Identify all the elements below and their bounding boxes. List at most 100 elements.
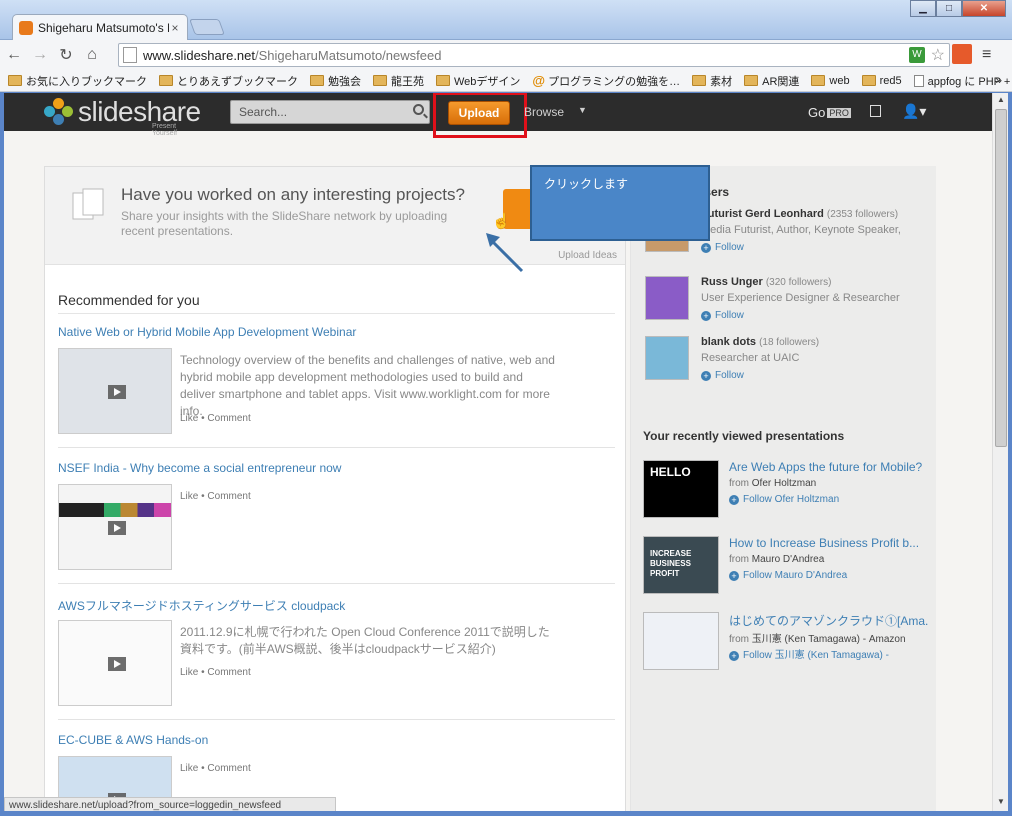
bookmarks-overflow-icon[interactable]: »: [995, 73, 1002, 87]
bookmark-item[interactable]: web: [811, 75, 850, 87]
presentation-title[interactable]: はじめてのアマゾンクラウド①[Ama...: [729, 612, 929, 629]
presentation-author: from 玉川憲 (Ken Tamagawa) - Amazon: [729, 630, 906, 645]
comment-link[interactable]: Comment: [207, 763, 250, 774]
avatar[interactable]: [645, 276, 689, 320]
bookmark-label: red5: [879, 74, 902, 87]
maximize-button[interactable]: □: [936, 0, 962, 17]
play-icon[interactable]: [108, 657, 126, 671]
like-link[interactable]: Like: [180, 667, 198, 678]
author-name[interactable]: Mauro D'Andrea: [752, 554, 825, 565]
comment-link[interactable]: Comment: [207, 667, 250, 678]
bookmark-item[interactable]: AR関連: [744, 73, 799, 89]
tab-close-icon[interactable]: ×: [169, 21, 181, 35]
follow-author-link[interactable]: + Follow 玉川憲 (Ken Tamagawa) -: [729, 646, 889, 661]
like-link[interactable]: Like: [180, 491, 198, 502]
user-name[interactable]: Russ Unger: [701, 276, 763, 288]
feed-item-actions: Like • Comment: [180, 491, 251, 502]
browse-menu[interactable]: Browse: [524, 105, 564, 119]
play-icon[interactable]: [108, 385, 126, 399]
comment-link[interactable]: Comment: [207, 413, 250, 424]
like-link[interactable]: Like: [180, 763, 198, 774]
user-menu-icon[interactable]: 👤▾: [902, 103, 926, 120]
scroll-down-icon[interactable]: ▼: [995, 797, 1007, 809]
newsfeed-menu-icon[interactable]: [870, 105, 881, 117]
follow-button[interactable]: + Follow: [701, 310, 744, 321]
from-label: from: [729, 634, 749, 645]
bookmark-label: 龍王苑: [391, 75, 424, 88]
follow-button[interactable]: + Follow: [701, 242, 744, 253]
comment-link[interactable]: Comment: [207, 491, 250, 502]
bookmark-item[interactable]: 勉強会: [310, 73, 361, 89]
scrollbar-thumb[interactable]: [995, 109, 1007, 447]
scroll-up-icon[interactable]: ▲: [995, 95, 1007, 107]
presentation-thumbnail[interactable]: [643, 612, 719, 670]
page-icon: [913, 74, 924, 87]
presentation-thumbnail[interactable]: HELLO: [643, 460, 719, 518]
main-feed: Have you worked on any interesting proje…: [44, 166, 626, 811]
bookmark-item[interactable]: Webデザイン: [436, 73, 520, 89]
upload-ideas-link[interactable]: Upload Ideas: [558, 250, 617, 261]
presentation-thumbnail[interactable]: [58, 484, 172, 570]
user-name[interactable]: blank dots: [701, 336, 756, 348]
presentation-author: from Ofer Holtzman: [729, 478, 816, 489]
author-name[interactable]: Ofer Holtzman: [752, 478, 816, 489]
home-icon[interactable]: ⌂: [80, 43, 104, 67]
feed-item-title[interactable]: EC-CUBE & AWS Hands-on: [58, 733, 615, 747]
address-bar[interactable]: www.slideshare.net/ShigeharuMatsumoto/ne…: [118, 43, 950, 67]
follow-author-link[interactable]: + Follow Ofer Holtzman: [729, 494, 839, 505]
plus-icon: +: [701, 371, 711, 381]
feed-item: NSEF India - Why become a social entrepr…: [58, 461, 615, 584]
bookmark-star-icon[interactable]: ☆: [931, 45, 945, 65]
chevron-down-icon[interactable]: ▼: [578, 105, 587, 115]
feed-item-title[interactable]: Native Web or Hybrid Mobile App Developm…: [58, 325, 615, 339]
close-window-button[interactable]: ✕: [962, 0, 1006, 17]
feed-item-title[interactable]: AWSフルマネージドホスティングサービス cloudpack: [58, 597, 615, 614]
slideshare-logo-icon: [44, 97, 74, 127]
bookmark-item[interactable]: @ プログラミングの勉強を…: [532, 73, 680, 89]
author-name[interactable]: 玉川憲 (Ken Tamagawa) - Amazon: [752, 634, 906, 645]
search-input[interactable]: Search...: [230, 100, 430, 124]
like-link[interactable]: Like: [180, 413, 198, 424]
bookmark-item[interactable]: 素材: [692, 73, 732, 89]
go-pro-link[interactable]: Go PRO: [808, 105, 851, 120]
browser-menu-icon[interactable]: ≡: [982, 46, 991, 64]
folder-icon: [692, 75, 707, 86]
presentation-title[interactable]: Are Web Apps the future for Mobile?: [729, 460, 929, 474]
minimize-button[interactable]: ▁: [910, 0, 936, 17]
toolbar-extension-icon[interactable]: [952, 44, 972, 64]
feed-item-title[interactable]: NSEF India - Why become a social entrepr…: [58, 461, 615, 475]
bookmark-item[interactable]: お気に入りブックマーク: [8, 73, 147, 89]
plus-icon: +: [729, 495, 739, 505]
feed-item-actions: Like • Comment: [180, 667, 251, 678]
presentation-thumbnail[interactable]: [58, 348, 172, 434]
presentation-title[interactable]: How to Increase Business Profit b...: [729, 536, 929, 550]
window-titlebar: Shigeharu Matsumoto's Ne × ▁ □ ✕: [0, 0, 1012, 40]
user-name[interactable]: Futurist Gerd Leonhard: [701, 208, 824, 220]
divider: [58, 447, 615, 448]
sidebar: Featured users Futurist Gerd Leonhard (2…: [630, 166, 936, 811]
extension-icon[interactable]: W: [909, 47, 925, 63]
search-icon[interactable]: [413, 104, 424, 115]
slideshare-logo[interactable]: slideshare Present Yourself: [44, 96, 201, 137]
bookmark-item[interactable]: 龍王苑: [373, 73, 424, 89]
bookmark-item[interactable]: とりあえずブックマーク: [159, 73, 298, 89]
presentation-thumbnail[interactable]: INCREASE BUSINESS PROFIT: [643, 536, 719, 594]
back-arrow-icon[interactable]: ←: [2, 43, 26, 67]
follow-author-label: Follow 玉川憲 (Ken Tamagawa) -: [743, 650, 889, 661]
new-tab-button[interactable]: [189, 19, 225, 35]
reload-icon[interactable]: ↻: [54, 43, 78, 67]
presentation-thumbnail[interactable]: [58, 620, 172, 706]
avatar[interactable]: [645, 336, 689, 380]
vertical-scrollbar[interactable]: ▲ ▼: [992, 93, 1008, 811]
follow-author-link[interactable]: + Follow Mauro D'Andrea: [729, 570, 847, 581]
from-label: from: [729, 554, 749, 565]
folder-icon: [159, 75, 173, 86]
play-icon[interactable]: [108, 521, 126, 535]
browser-tab[interactable]: Shigeharu Matsumoto's Ne ×: [12, 14, 188, 40]
logo-wordmark: slideshare: [78, 96, 201, 127]
annotation-arrow-icon: [486, 233, 524, 273]
bookmark-item[interactable]: red5: [861, 74, 902, 87]
follow-button[interactable]: + Follow: [701, 370, 744, 381]
forward-arrow-icon[interactable]: →: [28, 43, 52, 67]
slideshare-favicon-icon: [19, 20, 33, 35]
